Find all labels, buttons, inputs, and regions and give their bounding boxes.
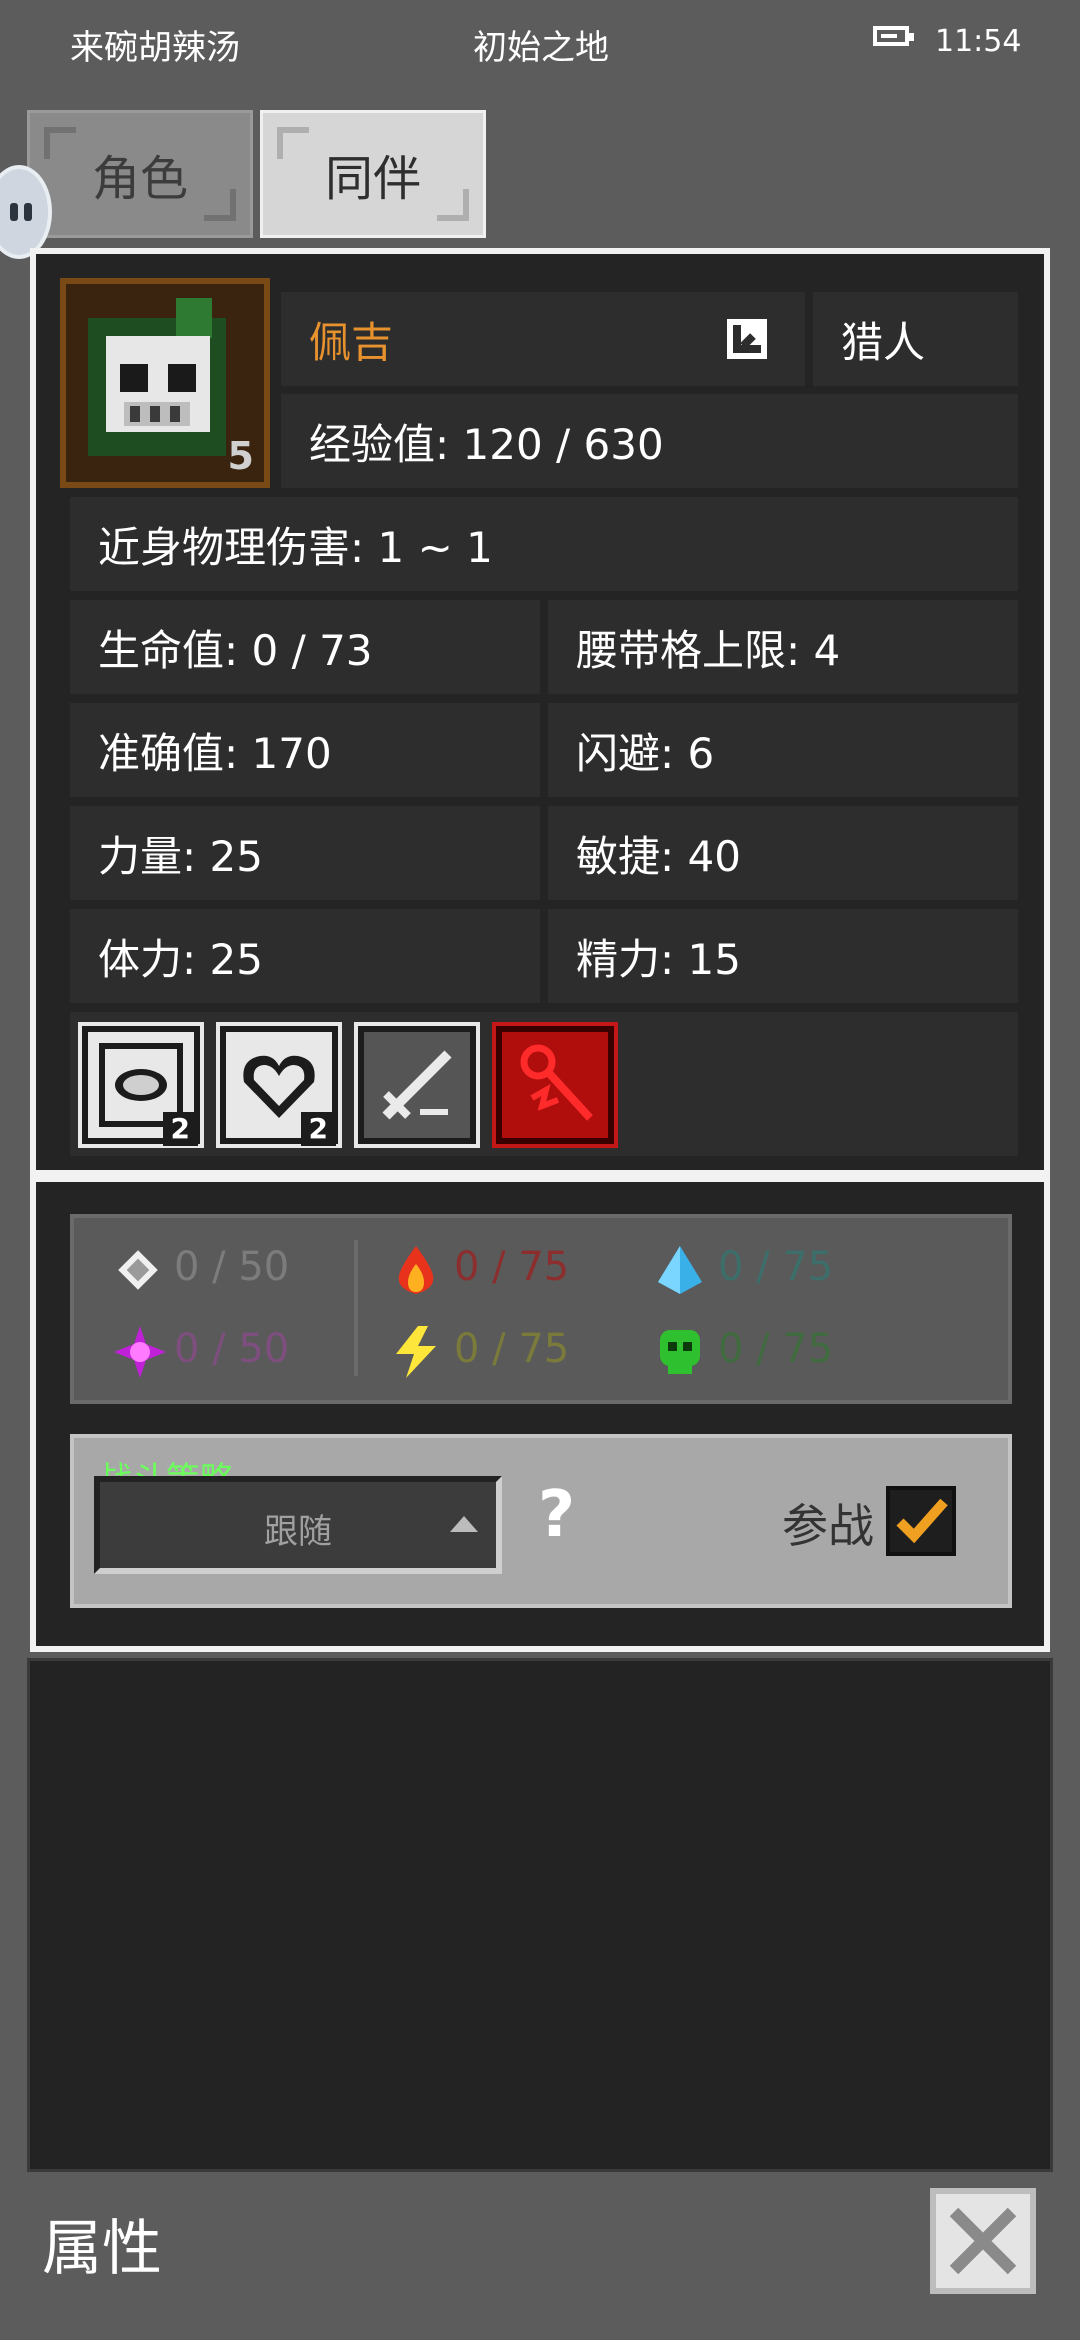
skill-slot-4[interactable] <box>492 1022 618 1148</box>
checkmark-icon <box>896 1498 948 1544</box>
companion-panel: 5 佩吉 猎人 经验值: 120 / 630 近身物理伤害: 1 ~ 1 生命值… <box>30 248 1050 1176</box>
ice-resistance-icon <box>658 1246 702 1294</box>
skills-bar: 2 2 <box>70 1012 1018 1156</box>
location-name: 初始之地 <box>473 28 609 68</box>
stat-belt-slots: 腰带格上限: 4 <box>548 600 1018 694</box>
lightning-resistance-icon <box>396 1326 436 1378</box>
physical-resistance: 0 / 50 <box>174 1244 290 1290</box>
tab-character[interactable]: 角色 <box>27 110 253 238</box>
strategy-select[interactable]: 跟随 <box>94 1476 502 1574</box>
fire-resistance-icon <box>398 1246 434 1294</box>
chevron-up-icon <box>450 1516 478 1532</box>
lightning-resistance: 0 / 75 <box>454 1326 570 1372</box>
stat-hp: 生命值: 0 / 73 <box>70 600 540 694</box>
stat-energy: 精力: 15 <box>548 909 1018 1003</box>
skill-slot-3[interactable] <box>354 1022 480 1148</box>
sword-skill-icon <box>382 1050 452 1120</box>
close-button[interactable] <box>930 2188 1036 2294</box>
poison-resistance: 0 / 75 <box>718 1326 834 1372</box>
resistances-box: 0 / 50 0 / 75 0 / 75 0 / 50 0 / 75 0 / 7… <box>70 1214 1012 1404</box>
strategy-select-value: 跟随 <box>264 1512 332 1552</box>
companion-portrait[interactable]: 5 <box>60 278 270 488</box>
message-log-area[interactable] <box>27 1658 1053 2172</box>
join-battle-checkbox[interactable] <box>886 1486 956 1556</box>
external-link-icon[interactable] <box>727 319 767 359</box>
skill-count: 2 <box>162 1112 198 1146</box>
melee-damage: 近身物理伤害: 1 ~ 1 <box>70 497 1018 591</box>
experience-value: 经验值: 120 / 630 <box>281 394 1018 488</box>
fire-resistance: 0 / 75 <box>454 1244 570 1290</box>
tab-companion-label: 同伴 <box>324 151 421 207</box>
stat-dodge: 闪避: 6 <box>548 703 1018 797</box>
battery-icon <box>873 26 914 46</box>
stat-agility: 敏捷: 40 <box>548 806 1018 900</box>
companion-name: 佩吉 <box>309 317 394 367</box>
help-icon[interactable]: ? <box>538 1480 598 1550</box>
companion-class: 猎人 <box>813 292 1018 386</box>
stat-stamina: 体力: 25 <box>70 909 540 1003</box>
arcane-resistance-icon <box>114 1326 166 1378</box>
skill-slot-1[interactable]: 2 <box>78 1022 204 1148</box>
player-name: 来碗胡辣汤 <box>70 28 240 68</box>
stat-strength: 力量: 25 <box>70 806 540 900</box>
close-icon <box>949 2207 1017 2275</box>
red-staff-skill-icon <box>520 1044 593 1121</box>
combat-strategy-box: 战斗策略 跟随 ? 参战 <box>70 1434 1012 1608</box>
companion-level: 5 <box>227 434 254 478</box>
tab-character-label: 角色 <box>91 151 188 207</box>
join-battle-label: 参战 <box>782 1499 874 1553</box>
arcane-resistance: 0 / 50 <box>174 1326 290 1372</box>
tab-companion[interactable]: 同伴 <box>260 110 486 238</box>
resistances-panel: 0 / 50 0 / 75 0 / 75 0 / 50 0 / 75 0 / 7… <box>30 1176 1050 1652</box>
stat-accuracy: 准确值: 170 <box>70 703 540 797</box>
skill-slot-2[interactable]: 2 <box>216 1022 342 1148</box>
resistance-divider <box>354 1240 358 1376</box>
physical-resistance-icon <box>118 1250 158 1290</box>
poison-resistance-icon <box>660 1330 700 1374</box>
skill-count: 2 <box>300 1112 336 1146</box>
ice-resistance: 0 / 75 <box>718 1244 834 1290</box>
clock: 11:54 <box>935 24 1022 59</box>
page-title: 属性 <box>42 2214 162 2284</box>
companion-name-field[interactable]: 佩吉 <box>281 292 805 386</box>
